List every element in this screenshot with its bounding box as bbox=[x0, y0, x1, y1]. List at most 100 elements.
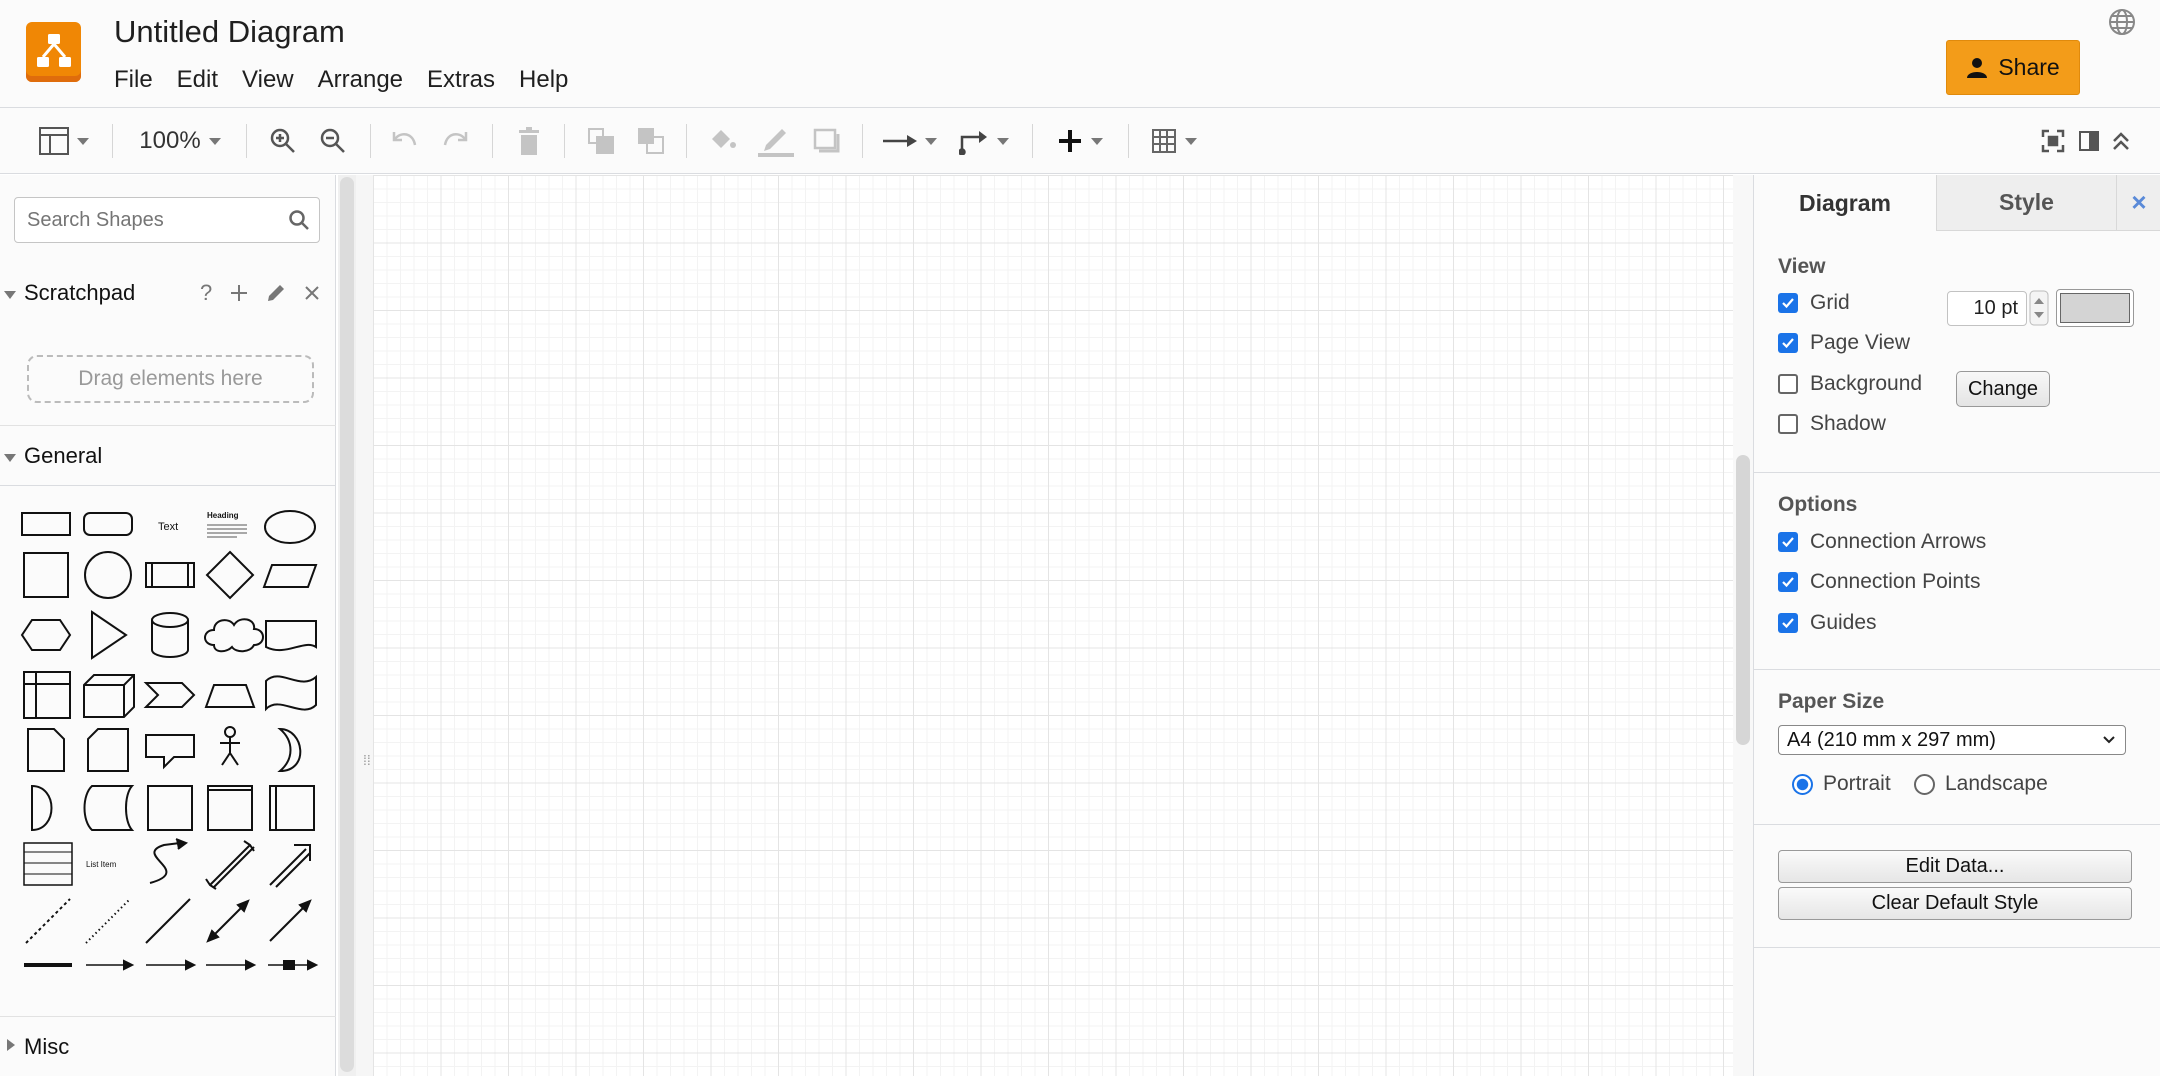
change-background-button[interactable]: Change bbox=[1956, 371, 2050, 407]
menu-arrange[interactable]: Arrange bbox=[318, 66, 415, 94]
menu-help[interactable]: Help bbox=[519, 66, 580, 94]
checkbox-checked-icon[interactable] bbox=[1778, 613, 1798, 633]
shape-internal-storage[interactable] bbox=[23, 671, 71, 719]
edit-icon[interactable] bbox=[266, 283, 286, 303]
shape-circle[interactable] bbox=[84, 551, 132, 599]
zoom-in-button[interactable] bbox=[266, 108, 300, 174]
shape-arrow[interactable] bbox=[269, 844, 311, 888]
connection-points-checkbox[interactable]: Connection Points bbox=[1778, 570, 1980, 594]
radio-selected-icon[interactable] bbox=[1792, 773, 1813, 795]
shadow-checkbox[interactable]: Shadow bbox=[1778, 412, 1886, 436]
checkbox-checked-icon[interactable] bbox=[1778, 572, 1798, 592]
undo-button[interactable] bbox=[388, 108, 422, 174]
radio-unselected-icon[interactable] bbox=[1914, 773, 1935, 795]
line-color-button[interactable] bbox=[756, 108, 796, 174]
shape-rectangle[interactable] bbox=[21, 512, 71, 536]
close-icon[interactable] bbox=[304, 285, 320, 301]
shape-bidirectional-connector[interactable] bbox=[206, 899, 250, 943]
checkbox-unchecked-icon[interactable] bbox=[1778, 374, 1798, 394]
connection-style-button[interactable] bbox=[880, 108, 940, 174]
landscape-radio[interactable]: Landscape bbox=[1914, 772, 2048, 796]
search-shapes-input[interactable] bbox=[14, 197, 320, 243]
insert-button[interactable] bbox=[1050, 108, 1110, 174]
menu-edit[interactable]: Edit bbox=[177, 66, 230, 94]
clear-default-style-button[interactable]: Clear Default Style bbox=[1778, 887, 2132, 920]
background-checkbox[interactable]: Background bbox=[1778, 372, 1922, 396]
scratchpad-header[interactable]: Scratchpad ? bbox=[0, 263, 336, 323]
checkbox-unchecked-icon[interactable] bbox=[1778, 414, 1798, 434]
sidebar-scrollbar[interactable] bbox=[338, 175, 356, 1076]
shape-swimlane[interactable] bbox=[207, 785, 253, 831]
shape-line[interactable] bbox=[145, 898, 191, 944]
shape-container[interactable] bbox=[147, 785, 193, 831]
tab-diagram[interactable]: Diagram bbox=[1754, 175, 1936, 231]
globe-icon[interactable] bbox=[2108, 8, 2136, 41]
misc-header[interactable]: Misc bbox=[0, 1016, 336, 1076]
sidebar-resize-handle[interactable]: ⁞⁞ bbox=[363, 752, 371, 768]
search-icon[interactable] bbox=[288, 209, 310, 231]
shape-note[interactable] bbox=[27, 728, 65, 772]
format-toggle-button[interactable] bbox=[2072, 108, 2106, 174]
page-view-checkbox[interactable]: Page View bbox=[1778, 331, 1910, 355]
guides-checkbox[interactable]: Guides bbox=[1778, 611, 1877, 635]
shape-tape[interactable] bbox=[265, 674, 317, 712]
shape-step[interactable] bbox=[143, 682, 196, 708]
diagram-title[interactable]: Untitled Diagram bbox=[114, 14, 345, 50]
collapse-button[interactable] bbox=[2104, 108, 2138, 174]
shape-text[interactable]: Text bbox=[158, 521, 178, 533]
waypoints-button[interactable] bbox=[954, 108, 1014, 174]
share-button[interactable]: Share bbox=[1946, 40, 2080, 95]
shape-cylinder[interactable] bbox=[151, 612, 189, 658]
shape-vertical-container[interactable] bbox=[269, 785, 315, 831]
shape-callout[interactable] bbox=[145, 734, 195, 770]
fill-color-button[interactable] bbox=[706, 108, 740, 174]
shadow-button[interactable] bbox=[810, 108, 844, 174]
shape-card[interactable] bbox=[87, 728, 129, 772]
shape-diamond[interactable] bbox=[205, 550, 255, 600]
general-header[interactable]: General bbox=[0, 425, 336, 485]
shape-cube[interactable] bbox=[83, 674, 135, 718]
to-back-button[interactable] bbox=[634, 108, 668, 174]
shape-document[interactable] bbox=[265, 620, 317, 652]
shape-curve[interactable] bbox=[149, 838, 189, 884]
format-panel-toggle[interactable] bbox=[34, 108, 94, 174]
delete-button[interactable] bbox=[512, 108, 546, 174]
shape-square[interactable] bbox=[23, 552, 69, 598]
connection-arrows-checkbox[interactable]: Connection Arrows bbox=[1778, 530, 1986, 554]
table-button[interactable] bbox=[1146, 108, 1202, 174]
grid-checkbox[interactable]: Grid bbox=[1778, 291, 1850, 315]
tab-style[interactable]: Style bbox=[1936, 175, 2116, 231]
shape-list-item[interactable]: List Item bbox=[86, 860, 117, 869]
zoom-dropdown[interactable]: 100% bbox=[130, 108, 230, 174]
scratchpad-dropzone[interactable]: Drag elements here bbox=[27, 355, 314, 403]
shape-process[interactable] bbox=[145, 562, 195, 588]
shape-dashed-line[interactable] bbox=[25, 898, 71, 944]
shape-connector-3[interactable] bbox=[206, 959, 257, 971]
diagram-canvas[interactable] bbox=[356, 175, 1753, 1076]
shape-connector-2[interactable] bbox=[146, 959, 197, 971]
checkbox-checked-icon[interactable] bbox=[1778, 293, 1798, 313]
menu-file[interactable]: File bbox=[114, 66, 165, 94]
add-icon[interactable] bbox=[230, 284, 248, 302]
shape-triangle[interactable] bbox=[91, 610, 128, 660]
paper-size-select[interactable]: A4 (210 mm x 297 mm) bbox=[1778, 725, 2126, 755]
shape-list[interactable] bbox=[23, 842, 73, 886]
shape-or[interactable] bbox=[277, 727, 302, 773]
checkbox-checked-icon[interactable] bbox=[1778, 532, 1798, 552]
checkbox-checked-icon[interactable] bbox=[1778, 333, 1798, 353]
shape-cloud[interactable] bbox=[204, 618, 264, 653]
menu-extras[interactable]: Extras bbox=[427, 66, 507, 94]
shape-rounded-rectangle[interactable] bbox=[83, 512, 133, 536]
shape-dotted-line[interactable] bbox=[85, 898, 131, 944]
shape-hexagon[interactable] bbox=[20, 619, 72, 651]
shape-connector-1[interactable] bbox=[86, 959, 135, 971]
shape-ellipse[interactable] bbox=[264, 510, 316, 544]
shape-heading[interactable]: Heading bbox=[207, 511, 247, 538]
zoom-out-button[interactable] bbox=[316, 108, 350, 174]
to-front-button[interactable] bbox=[584, 108, 618, 174]
shape-actor[interactable] bbox=[220, 726, 240, 766]
grid-color-picker[interactable] bbox=[2056, 289, 2134, 327]
menu-view[interactable]: View bbox=[242, 66, 306, 94]
grid-size-input[interactable]: 10 pt bbox=[1947, 291, 2027, 326]
shape-parallelogram[interactable] bbox=[262, 564, 318, 588]
